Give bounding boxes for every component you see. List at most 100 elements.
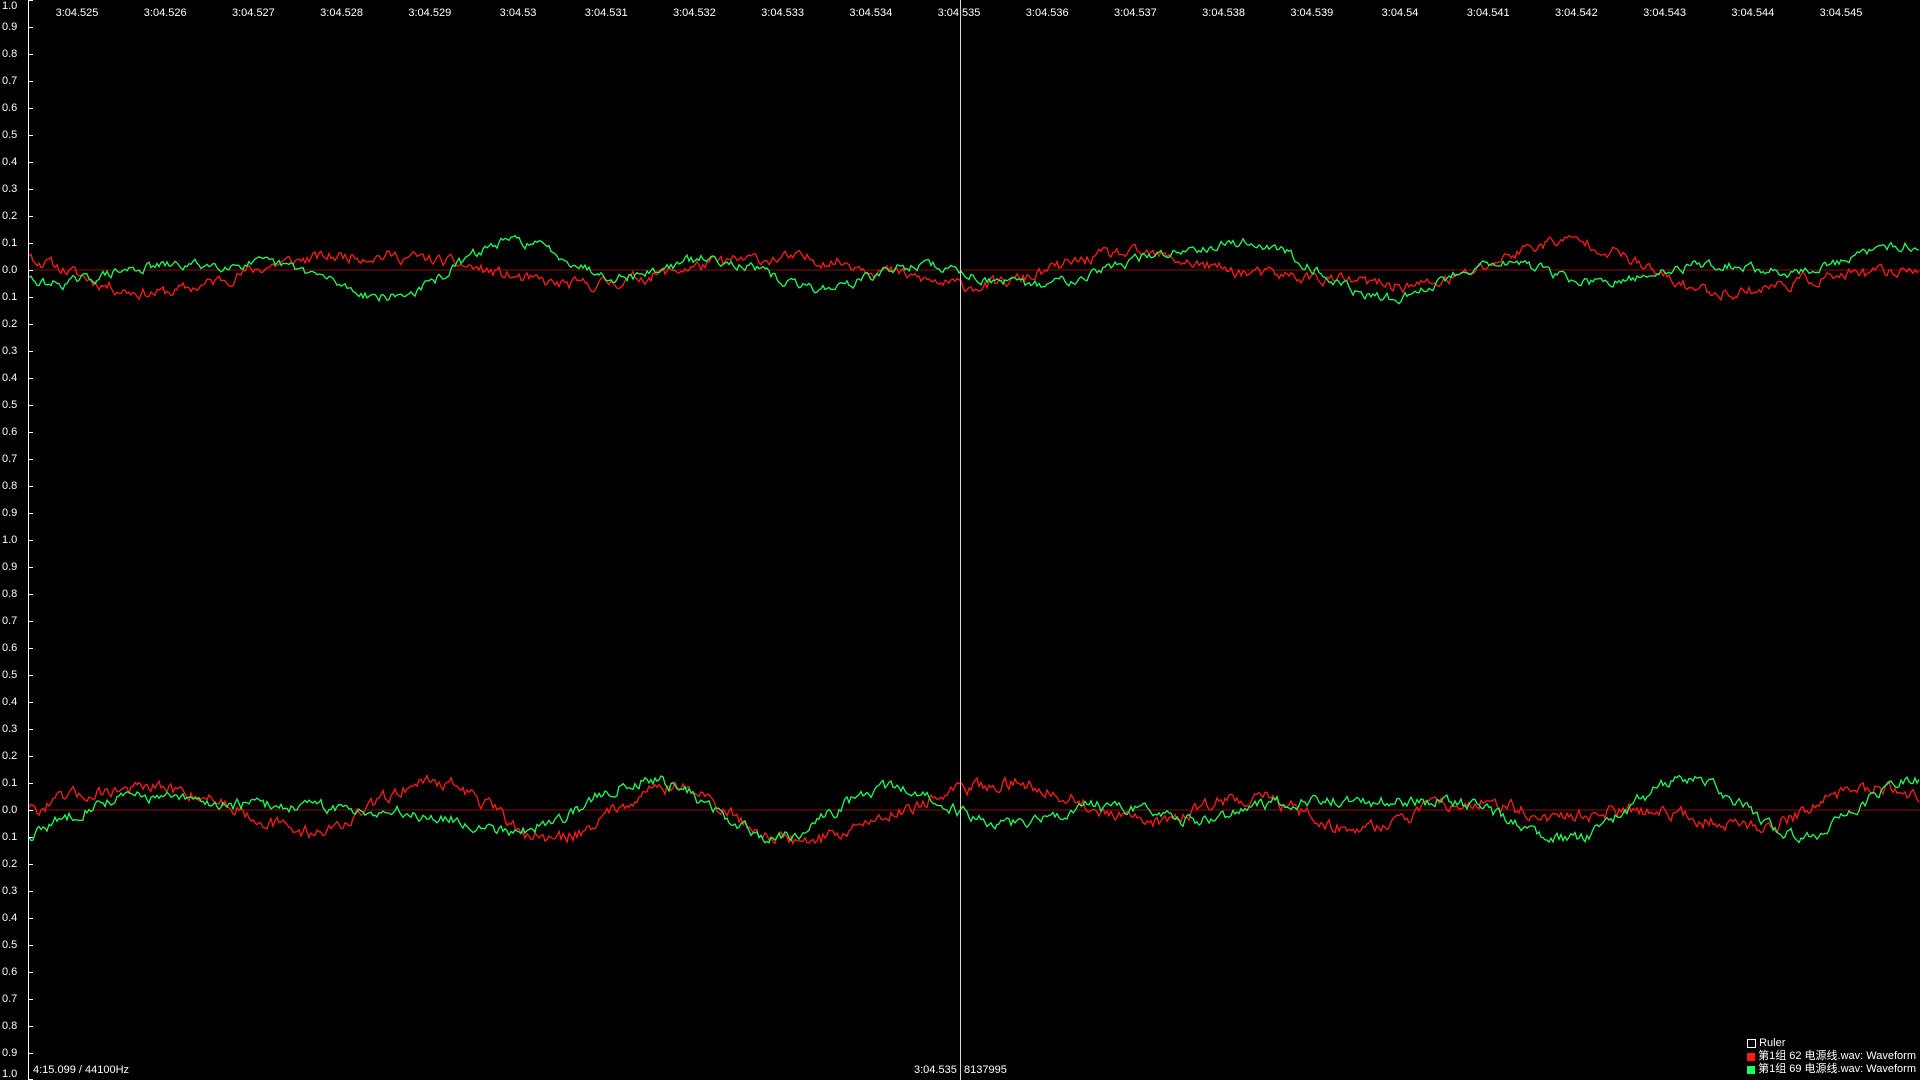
amplitude-tick	[28, 108, 33, 109]
amplitude-tick-label: 0.3	[2, 885, 18, 897]
amplitude-tick-label: 0.8	[2, 1020, 18, 1032]
amplitude-tick-label: 1.0	[2, 1068, 18, 1080]
amplitude-tick	[28, 756, 33, 757]
amplitude-tick	[28, 675, 33, 676]
time-tick-label: 3:04.525	[55, 7, 99, 19]
amplitude-tick	[28, 162, 33, 163]
amplitude-tick	[28, 378, 33, 379]
time-tick-label: 3:04.539	[1290, 7, 1334, 19]
waveform-viewer[interactable]: 1.0 0.9 0.8 0.7 0.6 0.5 0.4 0.3 0.2 0.1 0.0 0.1 0.2 0…	[0, 0, 1920, 1080]
time-tick-label: 3:04.526	[143, 7, 187, 19]
amplitude-tick-label: 0.3	[2, 183, 18, 195]
legend-item-red-waveform[interactable]: 第1组 62 电源线.wav: Waveform	[1747, 1050, 1916, 1063]
amplitude-tick-label: 0.8	[2, 480, 18, 492]
amplitude-tick	[28, 459, 33, 460]
time-tick-label: 3:04.54	[1381, 7, 1419, 19]
amplitude-tick-label: 0.0	[2, 264, 18, 276]
time-tick-label: 3:04.532	[672, 7, 716, 19]
amplitude-tick	[28, 81, 33, 82]
amplitude-tick	[28, 594, 33, 595]
amplitude-tick-label: 0.5	[2, 939, 18, 951]
channel-1-red-waveform	[28, 234, 1920, 302]
amplitude-tick	[28, 1026, 33, 1027]
amplitude-tick	[28, 486, 33, 487]
amplitude-tick-label: 0.1	[2, 777, 18, 789]
amplitude-tick	[28, 729, 33, 730]
amplitude-tick	[28, 135, 33, 136]
total-duration-samplerate: 4:15.099 / 44100Hz	[33, 1064, 130, 1076]
amplitude-tick	[28, 621, 33, 622]
amplitude-tick	[28, 648, 33, 649]
amplitude-tick	[28, 324, 33, 325]
amplitude-tick-label: 0.3	[2, 723, 18, 735]
time-tick-label: 3:04.542	[1554, 7, 1598, 19]
amplitude-tick-label: 0.9	[2, 1047, 18, 1059]
amplitude-tick	[28, 891, 33, 892]
time-tick-label: 3:04.528	[320, 7, 364, 19]
amplitude-tick-label: 0.7	[2, 615, 18, 627]
time-tick-label: 3:04.545	[1819, 7, 1863, 19]
green-swatch-icon	[1747, 1065, 1756, 1074]
amplitude-tick-label: 0.2	[2, 858, 18, 870]
amplitude-tick	[28, 783, 33, 784]
amplitude-tick-label: 0.8	[2, 48, 18, 60]
amplitude-tick	[28, 27, 33, 28]
time-tick-label: 3:04.544	[1731, 7, 1775, 19]
amplitude-tick	[28, 918, 33, 919]
legend: Ruler 第1组 62 电源线.wav: Waveform 第1组 69 电源…	[1747, 1037, 1916, 1076]
amplitude-tick-label: 0.6	[2, 642, 18, 654]
time-tick-label: 3:04.53	[499, 7, 537, 19]
cursor-time-readout: 3:04.535	[914, 1064, 957, 1076]
amplitude-tick-label: 0.7	[2, 993, 18, 1005]
amplitude-tick	[28, 351, 33, 352]
amplitude-tick-label: 0.0	[2, 804, 18, 816]
amplitude-tick	[28, 567, 33, 568]
amplitude-tick-label: 0.7	[2, 75, 18, 87]
amplitude-tick-label: 1.0	[2, 534, 18, 546]
playback-cursor[interactable]	[960, 0, 961, 1080]
amplitude-tick	[28, 999, 33, 1000]
legend-item-ruler[interactable]: Ruler	[1747, 1037, 1916, 1050]
amplitude-tick-label: 1.0	[2, 0, 18, 12]
amplitude-tick	[28, 405, 33, 406]
amplitude-tick-label: 0.2	[2, 210, 18, 222]
amplitude-tick-label: 0.4	[2, 696, 18, 708]
amplitude-tick	[28, 972, 33, 973]
amplitude-tick-label: 0.5	[2, 399, 18, 411]
time-tick-label: 3:04.527	[231, 7, 275, 19]
amplitude-tick-label: 0.8	[2, 588, 18, 600]
amplitude-tick-label: 0.4	[2, 912, 18, 924]
time-tick-label: 3:04.529	[408, 7, 452, 19]
time-tick-label: 3:04.531	[584, 7, 628, 19]
amplitude-tick-label: 0.9	[2, 507, 18, 519]
amplitude-tick	[28, 243, 33, 244]
amplitude-tick	[28, 270, 33, 271]
amplitude-tick	[28, 216, 33, 217]
amplitude-tick-label: 0.7	[2, 453, 18, 465]
amplitude-tick-label: 0.5	[2, 669, 18, 681]
time-tick-label: 3:04.533	[761, 7, 805, 19]
amplitude-tick	[28, 1053, 33, 1054]
amplitude-tick-label: 0.9	[2, 21, 18, 33]
amplitude-tick	[28, 864, 33, 865]
time-tick-label: 3:04.543	[1643, 7, 1687, 19]
legend-label: Ruler	[1759, 1037, 1786, 1049]
amplitude-tick	[28, 189, 33, 190]
time-tick-label: 3:04.538	[1202, 7, 1246, 19]
cursor-sample-readout: 8137995	[964, 1064, 1007, 1076]
amplitude-tick	[28, 0, 33, 1]
legend-item-green-waveform[interactable]: 第1组 69 电源线.wav: Waveform	[1747, 1063, 1916, 1076]
amplitude-tick-label: 0.5	[2, 129, 18, 141]
time-tick-label: 3:04.537	[1113, 7, 1157, 19]
amplitude-tick	[28, 702, 33, 703]
amplitude-tick-label: 0.1	[2, 237, 18, 249]
amplitude-tick	[28, 540, 33, 541]
legend-label: 第1组 69 电源线.wav: Waveform	[1758, 1063, 1916, 1075]
amplitude-tick-label: 0.6	[2, 966, 18, 978]
amplitude-tick	[28, 513, 33, 514]
amplitude-tick	[28, 432, 33, 433]
legend-label: 第1组 62 电源线.wav: Waveform	[1758, 1050, 1916, 1062]
amplitude-tick-label: 0.4	[2, 372, 18, 384]
amplitude-tick-label: 0.1	[2, 831, 18, 843]
amplitude-tick-label: 0.1	[2, 291, 18, 303]
